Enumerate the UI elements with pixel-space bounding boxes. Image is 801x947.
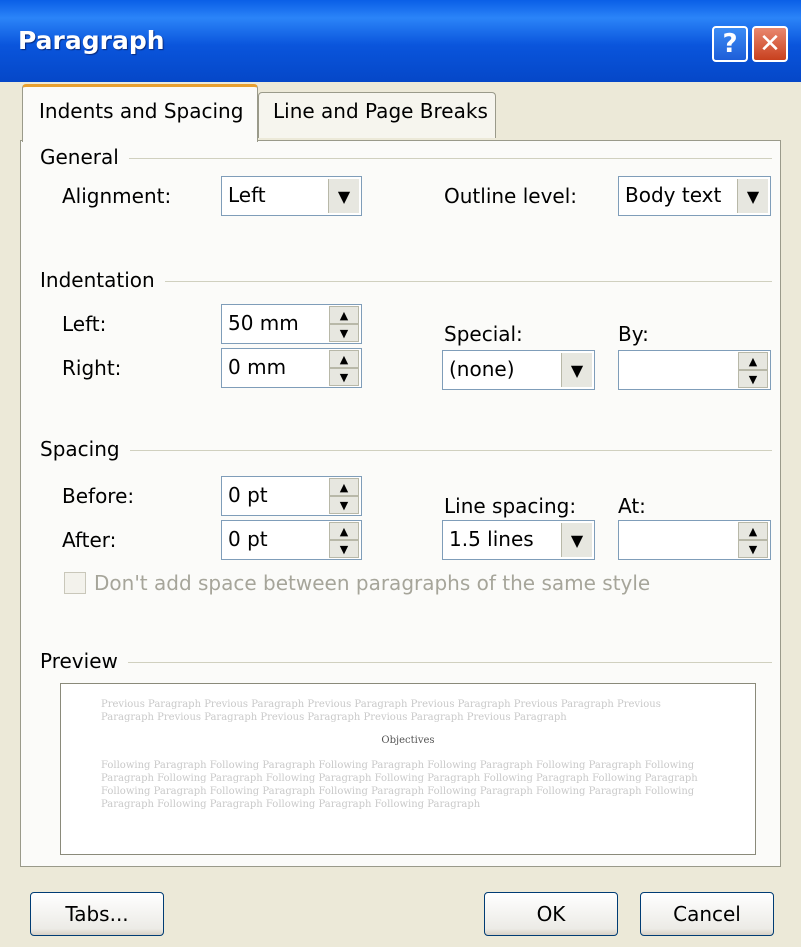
spin-up-icon[interactable]: ▲ [738,522,768,540]
alignment-value: Left [228,183,266,207]
no-space-same-style-label: Don't add space between paragraphs of th… [94,571,651,595]
indentation-heading: Indentation [40,268,165,292]
before-input[interactable]: 0 pt ▲ ▼ [221,476,362,516]
cancel-button[interactable]: Cancel [640,892,774,936]
tabs-button[interactable]: Tabs... [30,892,164,936]
left-indent-value: 50 mm [228,311,299,335]
line-spacing-label: Line spacing: [444,494,577,518]
spin-down-icon[interactable]: ▼ [329,324,359,342]
outline-level-select[interactable]: Body text ▼ [618,176,771,216]
preview-following-paragraph: Following Paragraph Following Paragraph … [101,760,698,810]
help-button[interactable]: ? [712,26,748,62]
at-label: At: [618,494,646,518]
general-divider [40,158,772,159]
window-title: Paragraph [18,26,165,55]
right-indent-input[interactable]: 0 mm ▲ ▼ [221,348,362,388]
spin-down-icon[interactable]: ▼ [329,496,359,514]
before-value: 0 pt [228,483,268,507]
alignment-select[interactable]: Left ▼ [221,176,362,216]
special-label: Special: [444,322,523,346]
spin-up-icon[interactable]: ▲ [329,478,359,496]
general-heading: General [40,145,129,169]
tab-line-and-page-breaks[interactable]: Line and Page Breaks [258,92,496,138]
spin-up-icon[interactable]: ▲ [329,522,359,540]
special-select[interactable]: (none) ▼ [442,350,595,390]
spin-down-icon[interactable]: ▼ [738,540,768,558]
spin-up-icon[interactable]: ▲ [329,306,359,324]
preview-current-paragraph: Objectives [381,735,435,746]
after-input[interactable]: 0 pt ▲ ▼ [221,520,362,560]
outline-level-value: Body text [625,183,722,207]
spin-down-icon[interactable]: ▼ [329,540,359,558]
before-label: Before: [62,484,135,508]
special-value: (none) [449,357,515,381]
spin-up-icon[interactable]: ▲ [738,352,768,370]
right-indent-label: Right: [62,356,122,380]
by-spinner[interactable]: ▲ ▼ [738,352,768,388]
chevron-down-icon[interactable]: ▼ [737,179,768,213]
title-bar: Paragraph ? ✕ [0,0,801,82]
right-indent-value: 0 mm [228,355,287,379]
line-spacing-value: 1.5 lines [449,527,534,551]
spacing-heading: Spacing [40,437,130,461]
tab-indents-and-spacing[interactable]: Indents and Spacing [22,84,258,142]
spacing-divider [40,450,772,451]
at-spinner[interactable]: ▲ ▼ [738,522,768,558]
by-label: By: [618,322,649,346]
after-spinner[interactable]: ▲ ▼ [329,522,359,558]
preview-box: Previous Paragraph Previous Paragraph Pr… [60,683,756,855]
alignment-label: Alignment: [62,184,172,208]
right-indent-spinner[interactable]: ▲ ▼ [329,350,359,386]
at-input[interactable]: ▲ ▼ [618,520,771,560]
no-space-same-style-checkbox[interactable] [64,572,86,594]
preview-heading: Preview [40,649,128,673]
chevron-down-icon[interactable]: ▼ [561,523,592,557]
left-indent-input[interactable]: 50 mm ▲ ▼ [221,304,362,344]
left-indent-label: Left: [62,312,107,336]
before-spinner[interactable]: ▲ ▼ [329,478,359,514]
line-spacing-select[interactable]: 1.5 lines ▼ [442,520,595,560]
ok-button[interactable]: OK [484,892,618,936]
by-input[interactable]: ▲ ▼ [618,350,771,390]
after-label: After: [62,528,117,552]
after-value: 0 pt [228,527,268,551]
chevron-down-icon[interactable]: ▼ [328,179,359,213]
chevron-down-icon[interactable]: ▼ [561,353,592,387]
close-button[interactable]: ✕ [752,26,788,62]
spin-down-icon[interactable]: ▼ [329,368,359,386]
spin-up-icon[interactable]: ▲ [329,350,359,368]
spin-down-icon[interactable]: ▼ [738,370,768,388]
preview-divider [40,662,772,663]
preview-previous-paragraph: Previous Paragraph Previous Paragraph Pr… [101,699,661,723]
left-indent-spinner[interactable]: ▲ ▼ [329,306,359,342]
outline-level-label: Outline level: [444,184,578,208]
